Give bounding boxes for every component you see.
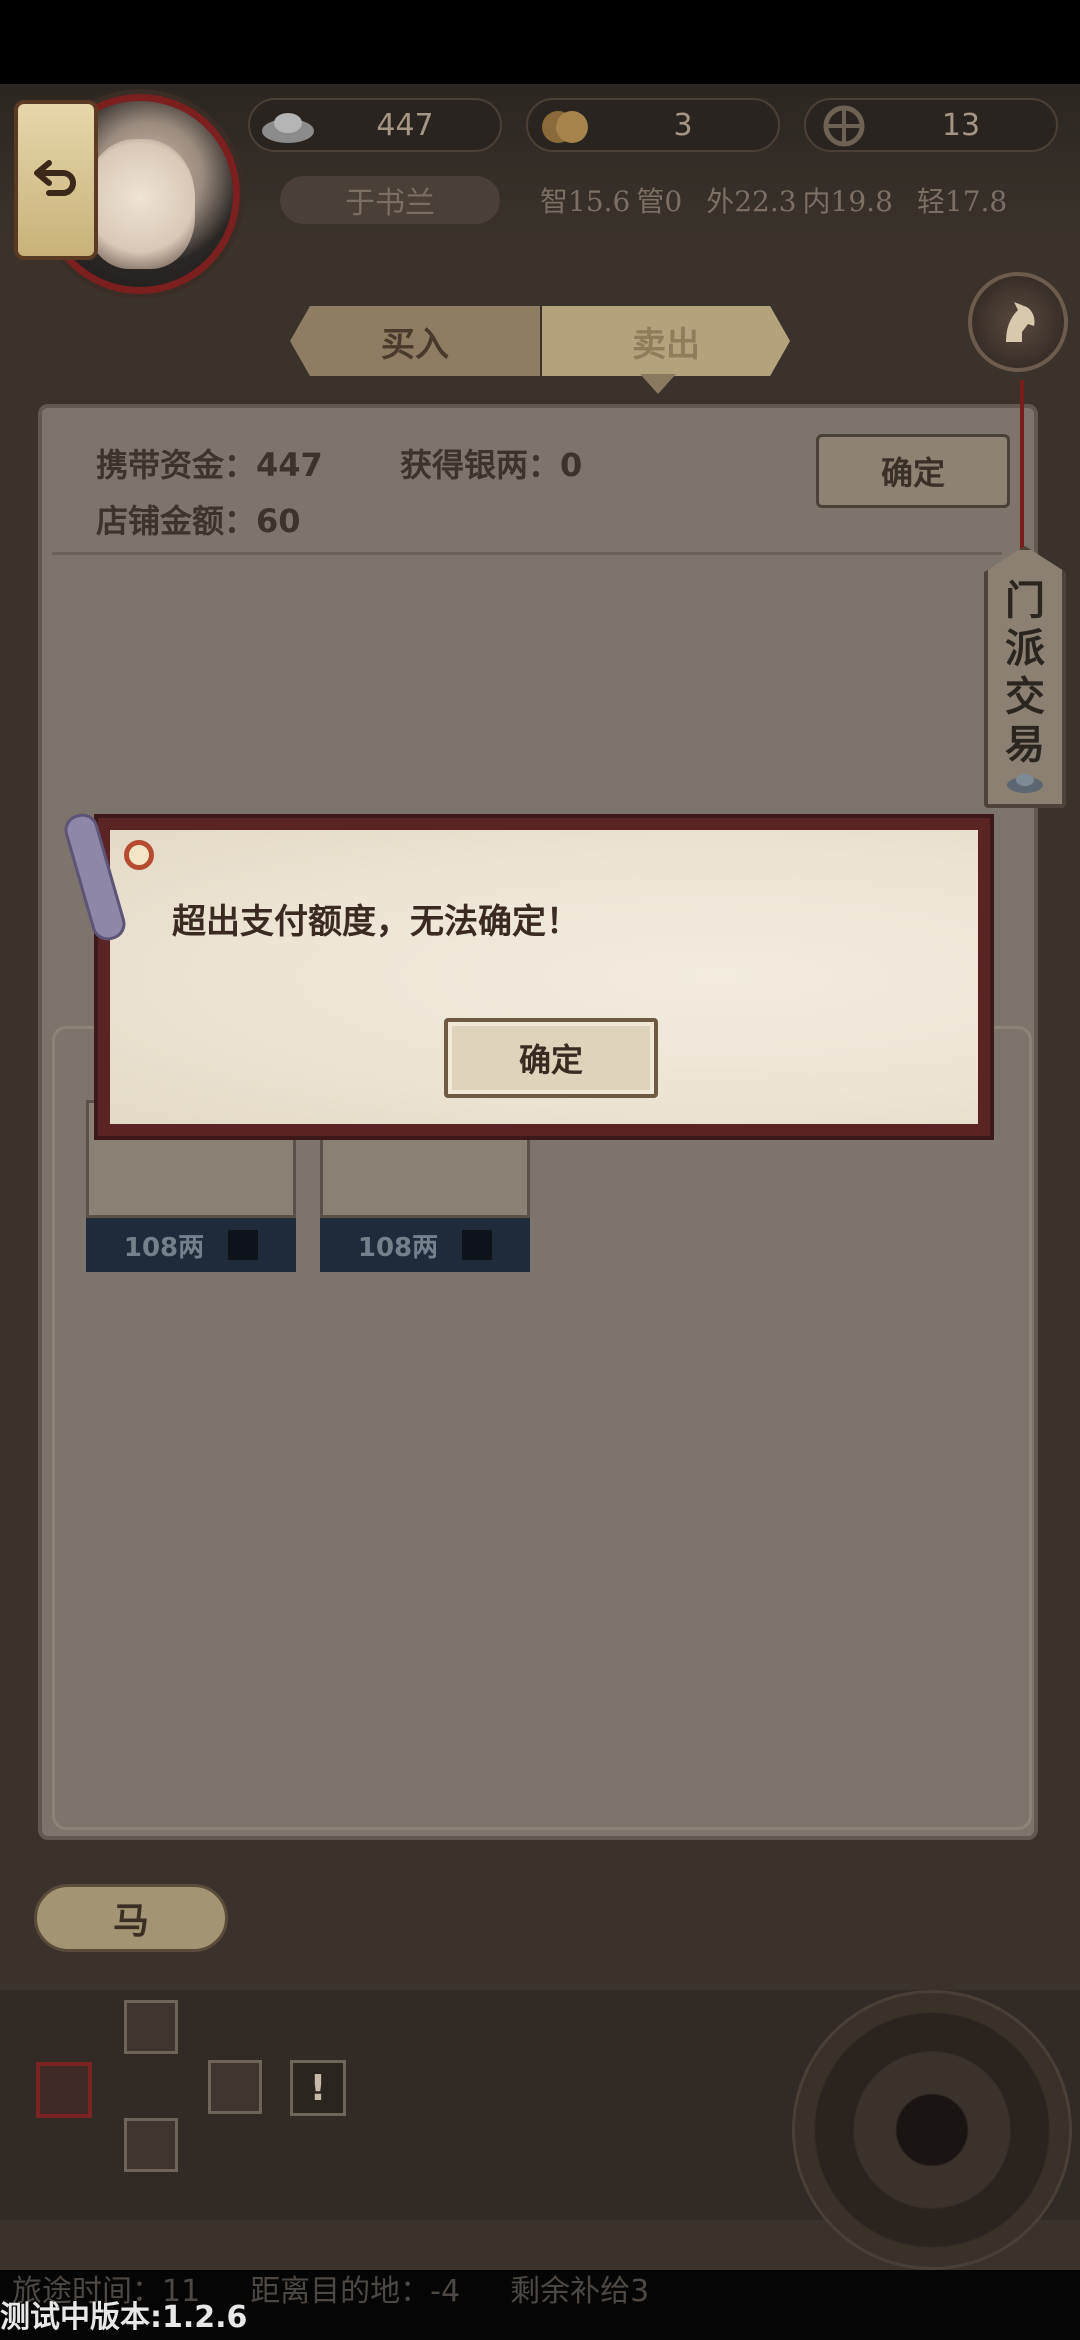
dialog-message: 超出支付额度，无法确定！ [172,902,580,942]
status-bar [0,0,1080,84]
dialog-confirm-button[interactable]: 确定 [444,1018,658,1098]
pin-icon [124,840,154,870]
modal-backdrop[interactable] [0,84,1080,2340]
alert-dialog: 超出支付额度，无法确定！ 确定 [94,814,994,1140]
dialog-body: 超出支付额度，无法确定！ 确定 [110,830,978,1124]
